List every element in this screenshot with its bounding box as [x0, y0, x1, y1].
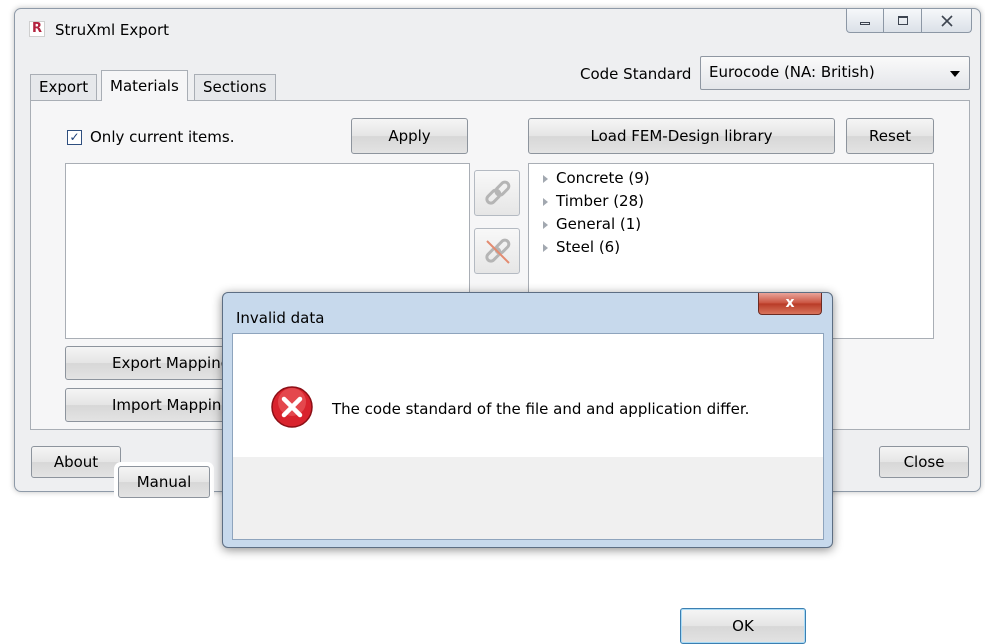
error-icon [270, 385, 314, 433]
only-current-label[interactable]: Only current items. [90, 128, 234, 146]
window-controls [846, 9, 972, 33]
unlink-button[interactable] [474, 228, 520, 274]
title-bar[interactable]: R StruXml Export [15, 9, 980, 49]
unlink-icon [485, 238, 511, 264]
app-icon: R [29, 21, 45, 37]
expand-triangle-icon[interactable] [543, 244, 548, 252]
tab-export[interactable]: Export [30, 74, 98, 100]
tree-item-general[interactable]: General (1) [543, 215, 641, 233]
tree-item-concrete[interactable]: Concrete (9) [543, 169, 650, 187]
tree-item-steel[interactable]: Steel (6) [543, 238, 620, 256]
dialog-close-button[interactable]: x [758, 293, 822, 315]
dialog-footer: OK [233, 457, 823, 644]
close-icon [940, 14, 953, 27]
maximize-icon [897, 16, 908, 25]
only-current-checkbox[interactable]: ✓ [67, 130, 82, 145]
dialog-body: The code standard of the file and and ap… [232, 333, 824, 644]
reset-button[interactable]: Reset [846, 118, 934, 154]
invalid-data-dialog: Invalid data x The code standard of the … [222, 292, 833, 644]
close-icon: x [785, 295, 795, 311]
checkmark-icon: ✓ [69, 130, 80, 144]
tab-sections[interactable]: Sections [194, 74, 276, 100]
window-title: StruXml Export [55, 21, 170, 39]
dialog-title: Invalid data [236, 309, 325, 327]
apply-button[interactable]: Apply [351, 118, 468, 154]
tab-materials[interactable]: Materials [101, 70, 188, 101]
ok-button[interactable]: OK [680, 608, 806, 644]
link-icon [485, 180, 511, 205]
code-standard-select[interactable]: Eurocode (NA: British) [700, 56, 970, 90]
link-button[interactable] [474, 170, 520, 216]
code-standard-value: Eurocode (NA: British) [709, 63, 875, 81]
load-fem-library-button[interactable]: Load FEM-Design library [528, 118, 835, 154]
expand-triangle-icon[interactable] [543, 175, 548, 183]
window-close-button[interactable] [922, 9, 972, 33]
about-button[interactable]: About [31, 446, 121, 478]
chevron-down-icon [950, 71, 960, 77]
dialog-message: The code standard of the file and and ap… [332, 400, 750, 418]
manual-button[interactable]: Manual [118, 466, 210, 498]
expand-triangle-icon[interactable] [543, 198, 548, 206]
expand-triangle-icon[interactable] [543, 221, 548, 229]
maximize-button[interactable] [884, 9, 922, 33]
minimize-button[interactable] [846, 9, 884, 33]
minimize-icon [860, 22, 870, 25]
code-standard-label: Code Standard [580, 65, 692, 83]
close-button[interactable]: Close [879, 446, 969, 478]
tree-item-timber[interactable]: Timber (28) [543, 192, 644, 210]
